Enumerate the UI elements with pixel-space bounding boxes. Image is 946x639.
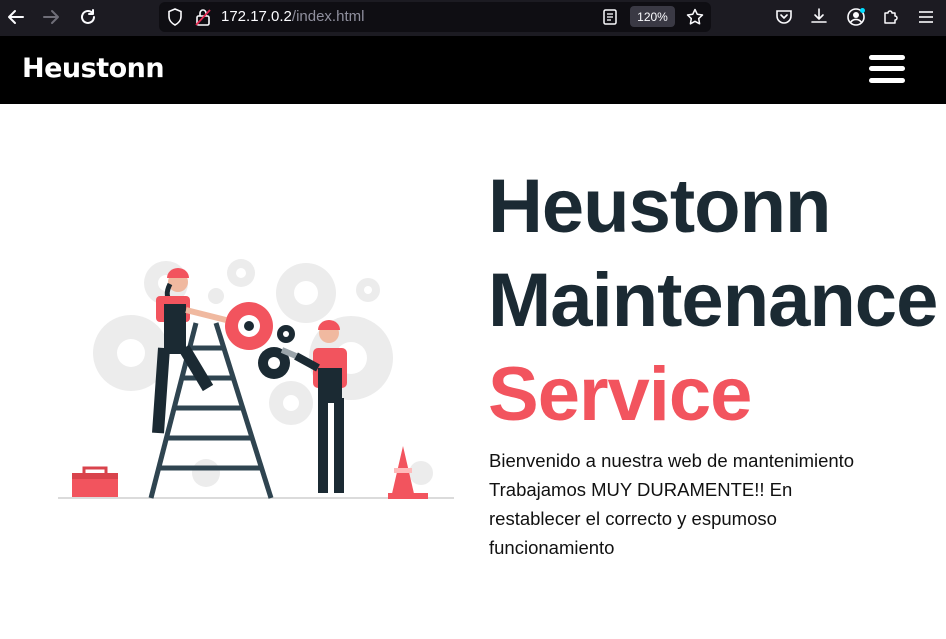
hamburger-menu-icon[interactable] <box>869 53 906 85</box>
browser-toolbar: 172.17.0.2/index.html 120% <box>0 0 946 36</box>
hero-text-line: restablecer el correcto y espumoso <box>489 508 777 529</box>
brand-logo[interactable]: Heustonn <box>22 53 165 84</box>
zoom-level-button[interactable]: 120% <box>630 6 675 27</box>
hero-text-line: funcionamiento <box>489 537 615 558</box>
hero-title: Heustonn Maintenance Service <box>488 160 946 442</box>
menu-icon[interactable] <box>916 7 936 27</box>
pocket-icon[interactable] <box>774 7 794 27</box>
shield-icon[interactable] <box>166 7 184 27</box>
maintenance-workers-illustration <box>56 248 456 503</box>
hero-text-line: Trabajamos MUY DURAMENTE!! En <box>489 479 793 500</box>
back-arrow-icon[interactable] <box>4 6 28 28</box>
bookmark-star-icon[interactable] <box>685 7 705 27</box>
hero-title-line1: Heustonn <box>488 164 831 249</box>
reload-icon[interactable] <box>76 6 100 28</box>
hero-title-accent: Service <box>488 352 752 437</box>
hero-title-line2: Maintenance <box>488 258 938 343</box>
hero-text-line: Bienvenido a nuestra web de mantenimient… <box>489 450 855 471</box>
reader-view-icon[interactable] <box>601 8 619 26</box>
forward-arrow-icon[interactable] <box>39 6 63 28</box>
hero-description: Bienvenido a nuestra web de mantenimient… <box>489 446 909 562</box>
account-icon[interactable] <box>845 6 867 28</box>
insecure-lock-icon[interactable] <box>194 7 212 27</box>
url-path: /index.html <box>291 8 365 25</box>
download-icon[interactable] <box>809 6 829 26</box>
url-text[interactable]: 172.17.0.2/index.html <box>221 8 364 25</box>
site-header: Heustonn <box>0 36 946 104</box>
url-host: 172.17.0.2 <box>221 8 292 25</box>
extensions-icon[interactable] <box>881 6 901 26</box>
